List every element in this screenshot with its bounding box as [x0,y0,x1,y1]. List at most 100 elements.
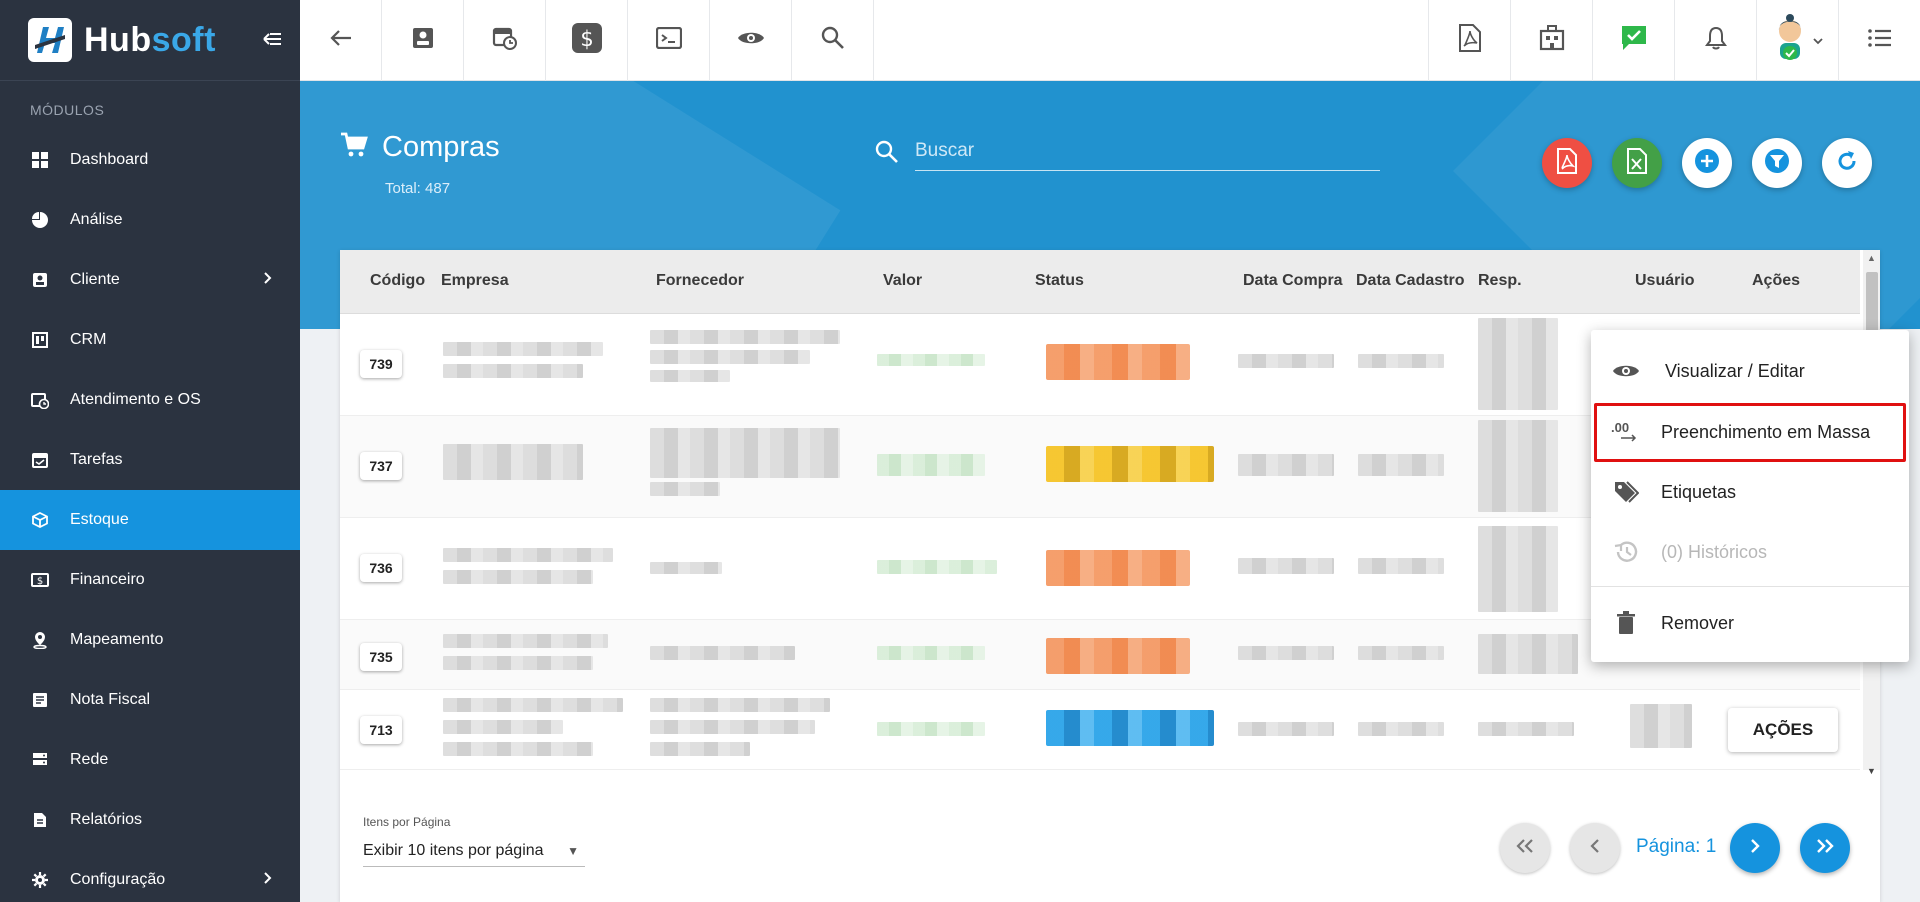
refresh-button[interactable] [1822,138,1872,188]
first-page-button[interactable] [1500,823,1550,873]
menu-item-label: Visualizar / Editar [1665,360,1805,381]
items-per-page-value: Exibir 10 itens por página [363,841,544,859]
sidebar-item-estoque[interactable]: Estoque [0,490,300,550]
scroll-down-icon[interactable]: ▼ [1867,766,1876,776]
sidebar-item-label: Rede [70,751,109,768]
scrollbar-thumb[interactable] [1866,272,1878,332]
sidebar-item-nota-fiscal[interactable]: Nota Fiscal [0,670,300,730]
column-header-fornecedor[interactable]: Fornecedor [656,272,744,290]
column-header-data-compra[interactable]: Data Compra [1243,272,1343,290]
export-pdf-button[interactable] [1542,138,1592,188]
redacted-responsible [1478,526,1558,612]
user-menu-button[interactable] [1756,0,1838,81]
chevron-left-icon [1590,838,1600,858]
export-excel-button[interactable] [1612,138,1662,188]
sidebar-item-relatorios[interactable]: Relatórios [0,790,300,850]
chevron-right-icon [1750,838,1760,858]
company-shortcut-button[interactable] [1510,0,1592,81]
dropdown-caret-icon: ▼ [567,843,579,858]
sidebar-item-analise[interactable]: Análise [0,190,300,250]
back-arrow-icon [329,29,352,52]
view-shortcut-button[interactable] [710,0,792,81]
menu-item-label: Remover [1661,612,1735,633]
brand-header: Hubsoft [0,0,300,81]
highlight-box [1594,403,1906,462]
terminal-shortcut-button[interactable] [628,0,710,81]
list-menu-icon [1867,28,1892,53]
bell-icon [1704,26,1727,55]
redacted-responsible [1478,420,1558,512]
main-menu-button[interactable] [1838,0,1920,81]
sidebar-item-configuracao[interactable]: Configuração [0,850,300,902]
collapse-sidebar-icon[interactable] [262,27,282,53]
menu-item-visualizar-editar[interactable]: Visualizar / Editar [1591,343,1909,399]
redacted-company [443,548,613,562]
table-row[interactable]: 713 AÇÕES [340,690,1860,770]
double-chevron-left-icon [1516,838,1534,858]
avatar [1773,13,1807,68]
column-header-status[interactable]: Status [1035,272,1084,290]
sidebar-item-dashboard[interactable]: Dashboard [0,130,300,190]
clients-shortcut-button[interactable] [382,0,464,81]
messages-shortcut-button[interactable] [1592,0,1674,81]
menu-item-etiquetas[interactable]: Etiquetas [1591,464,1909,520]
filter-button[interactable] [1752,138,1802,188]
refresh-icon [1834,148,1860,179]
hubsoft-logo[interactable] [28,18,72,62]
calendar-check-icon [30,450,50,470]
row-code: 713 [360,716,402,744]
sidebar-item-atendimento[interactable]: Atendimento e OS [0,370,300,430]
sidebar-item-label: Dashboard [70,151,149,168]
pdf-shortcut-button[interactable] [1428,0,1510,81]
column-header-codigo[interactable]: Código [370,272,425,290]
brand-name-part1: Hub [84,20,152,59]
next-page-button[interactable] [1730,823,1780,873]
column-header-resp[interactable]: Resp. [1478,272,1522,290]
column-header-usuario[interactable]: Usuário [1635,272,1695,290]
column-header-valor[interactable]: Valor [883,272,922,290]
redacted-company [443,720,563,734]
redacted-supplier [650,720,815,734]
row-actions-button[interactable]: AÇÕES [1728,708,1838,752]
sidebar-item-tarefas[interactable]: Tarefas [0,430,300,490]
search-icon [821,26,845,55]
scroll-up-icon[interactable]: ▲ [1867,253,1876,263]
sidebar-item-financeiro[interactable]: $ Financeiro [0,550,300,610]
redacted-responsible [1478,722,1574,736]
redacted-company [443,444,583,480]
redacted-company [443,570,593,584]
search-shortcut-button[interactable] [792,0,874,81]
total-count: Total: 487 [385,180,451,197]
calendar-clock-icon [30,390,50,410]
finance-shortcut-button[interactable]: $ [546,0,628,81]
search-input[interactable] [915,133,1375,169]
chevron-right-icon [264,271,272,289]
column-header-data-cadastro[interactable]: Data Cadastro [1356,272,1464,290]
notifications-button[interactable] [1674,0,1756,81]
sidebar-item-cliente[interactable]: Cliente [0,250,300,310]
history-icon [1611,540,1641,564]
redacted-supplier [650,742,750,756]
column-header-empresa[interactable]: Empresa [441,272,509,290]
redacted-supplier [650,482,720,496]
schedule-shortcut-button[interactable] [464,0,546,81]
sidebar-item-rede[interactable]: Rede [0,730,300,790]
redacted-responsible [1478,318,1558,410]
sidebar-item-crm[interactable]: CRM [0,310,300,370]
search-bar [875,133,1380,171]
menu-item-remover[interactable]: Remover [1591,595,1909,651]
back-button[interactable] [300,0,382,81]
previous-page-button[interactable] [1570,823,1620,873]
redacted-purchase-date [1238,454,1334,476]
redacted-supplier [650,330,840,344]
add-button[interactable] [1682,138,1732,188]
redacted-purchase-date [1238,558,1334,574]
search-icon [875,140,899,169]
redacted-value [877,560,997,574]
last-page-button[interactable] [1800,823,1850,873]
sidebar-item-mapeamento[interactable]: Mapeamento [0,610,300,670]
items-per-page-select[interactable]: Exibir 10 itens por página ▼ [363,835,585,867]
items-per-page-label: Itens por Página [363,815,451,829]
sidebar-item-label: Tarefas [70,451,123,468]
page-title: Compras [382,131,500,163]
